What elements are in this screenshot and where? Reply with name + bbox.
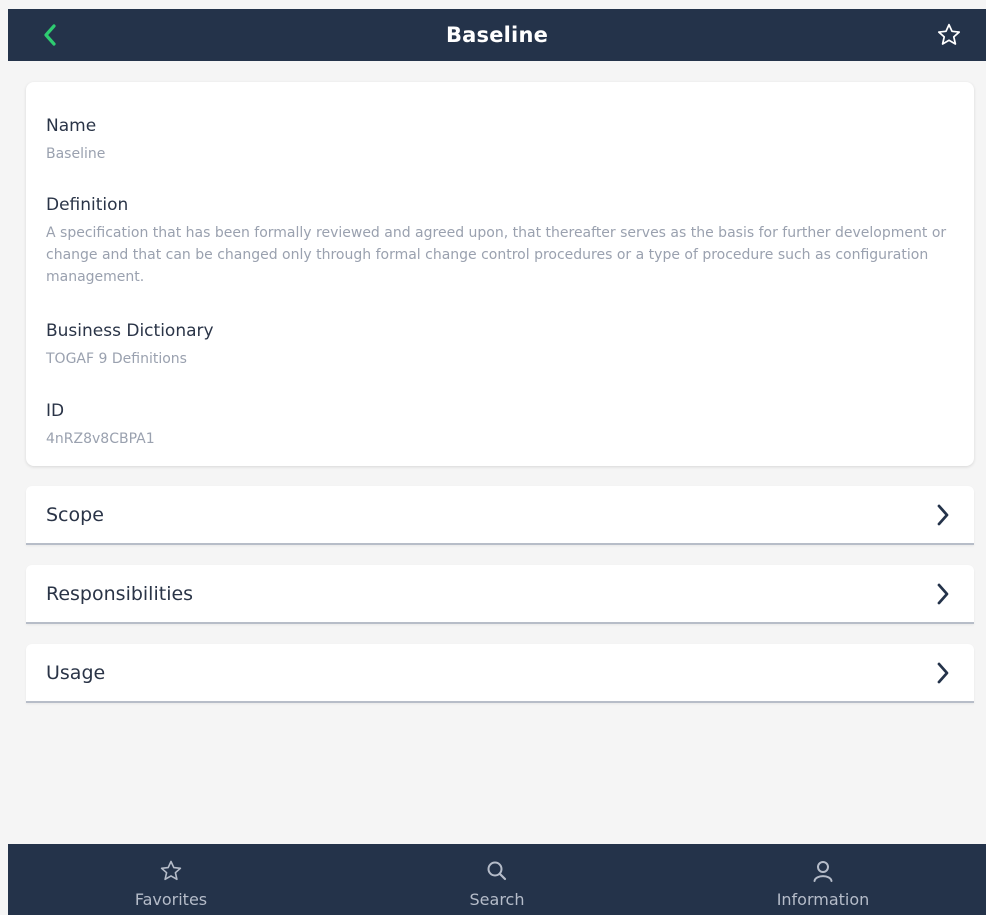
- chevron-right-icon: [934, 661, 952, 685]
- business-dictionary-field: Business Dictionary TOGAF 9 Definitions: [46, 320, 954, 400]
- nav-label: Search: [469, 890, 525, 909]
- section-label: Usage: [46, 661, 106, 684]
- name-label: Name: [46, 116, 97, 136]
- nav-label: Information: [776, 890, 870, 909]
- section-usage[interactable]: Usage: [26, 644, 974, 703]
- nav-label: Favorites: [134, 890, 208, 909]
- user-icon: [810, 858, 836, 884]
- id-label: ID: [46, 401, 65, 421]
- name-value: Baseline: [46, 146, 106, 162]
- section-label: Scope: [46, 503, 104, 526]
- nav-favorites[interactable]: Favorites: [8, 844, 334, 915]
- definition-label: Definition: [46, 195, 129, 215]
- definition-value: A specification that has been formally r…: [46, 225, 947, 285]
- section-responsibilities[interactable]: Responsibilities: [26, 565, 974, 624]
- id-value: 4nRZ8v8CBPA1: [46, 431, 155, 447]
- definition-field: Definition A specification that has been…: [46, 194, 954, 320]
- star-outline-icon: [158, 858, 184, 884]
- top-app-bar: Baseline: [8, 9, 986, 61]
- page-title: Baseline: [445, 23, 549, 47]
- favorite-button[interactable]: [934, 20, 964, 50]
- app-root: Baseline Name Baseline Definition A spec…: [0, 0, 986, 915]
- details-card: Name Baseline Definition A specification…: [26, 82, 974, 466]
- name-field: Name Baseline: [46, 115, 954, 194]
- back-button[interactable]: [36, 21, 64, 49]
- section-label: Responsibilities: [46, 582, 194, 605]
- bottom-navigation: Favorites Search Information: [8, 844, 986, 915]
- nav-search[interactable]: Search: [334, 844, 660, 915]
- section-scope[interactable]: Scope: [26, 486, 974, 545]
- business-dictionary-value: TOGAF 9 Definitions: [46, 351, 187, 367]
- nav-information[interactable]: Information: [660, 844, 986, 915]
- chevron-right-icon: [934, 582, 952, 606]
- search-icon: [484, 858, 510, 884]
- star-outline-icon: [937, 23, 961, 45]
- chevron-right-icon: [934, 503, 952, 527]
- chevron-left-icon: [44, 24, 56, 46]
- business-dictionary-label: Business Dictionary: [46, 321, 214, 341]
- id-field: ID 4nRZ8v8CBPA1: [46, 400, 954, 450]
